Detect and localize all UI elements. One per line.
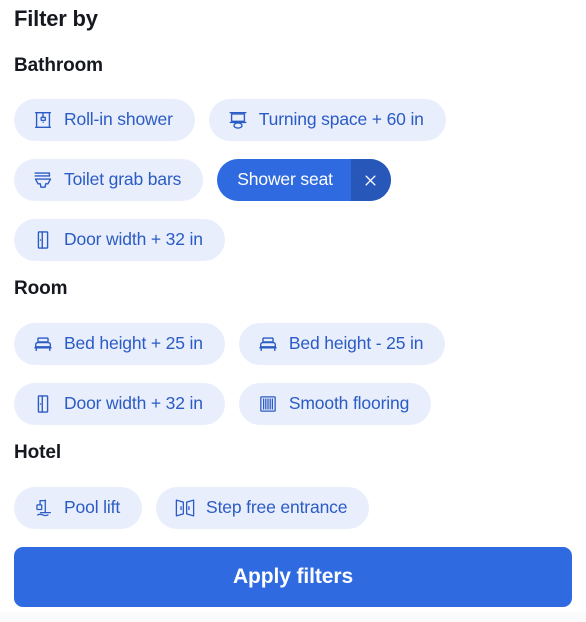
filter-chip-label: Door width + 32 in xyxy=(64,229,203,250)
section-title-bathroom: Bathroom xyxy=(14,55,103,76)
filter-chip-turning-space[interactable]: Turning space + 60 in xyxy=(208,99,446,141)
filter-chip-label: Door width + 32 in xyxy=(64,393,203,414)
chip-row-bathroom-3: Door width + 32 in xyxy=(14,219,225,261)
section-title-room: Room xyxy=(14,278,68,299)
apply-filters-container: Apply filters xyxy=(14,547,572,607)
filter-panel: Filter by Bathroom Room Hotel Roll-in sh… xyxy=(0,0,586,622)
smooth-flooring-icon xyxy=(257,393,279,415)
step-free-entrance-icon xyxy=(174,497,196,519)
filter-chip-door-width-bathroom[interactable]: Door width + 32 in xyxy=(14,219,225,261)
filter-chip-bed-height-plus[interactable]: Bed height + 25 in xyxy=(14,323,225,365)
chip-row-bathroom-2: Toilet grab bars Shower seat xyxy=(14,159,391,201)
filter-chip-roll-in-shower[interactable]: Roll-in shower xyxy=(14,99,195,141)
pool-lift-icon xyxy=(32,497,54,519)
filter-chip-toilet-grab-bars[interactable]: Toilet grab bars xyxy=(14,159,204,201)
door-width-icon xyxy=(32,393,54,415)
filter-chip-label: Pool lift xyxy=(64,497,121,518)
filter-chip-step-free-entrance[interactable]: Step free entrance xyxy=(156,487,370,529)
toilet-grab-bars-icon xyxy=(32,169,54,191)
section-title-hotel: Hotel xyxy=(14,442,62,463)
bed-icon xyxy=(32,333,54,355)
filter-chip-label: Toilet grab bars xyxy=(64,169,182,190)
filter-chip-label: Bed height + 25 in xyxy=(64,333,203,354)
filter-chip-label: Turning space + 60 in xyxy=(258,109,424,130)
chip-row-hotel-1: Pool lift Step free entrance xyxy=(14,487,370,529)
bottom-divider xyxy=(0,612,586,622)
filter-chip-shower-seat[interactable]: Shower seat xyxy=(217,159,391,201)
filter-chip-label: Shower seat xyxy=(237,169,333,190)
filter-chip-pool-lift[interactable]: Pool lift xyxy=(14,487,143,529)
chip-row-room-1: Bed height + 25 in Bed height - 25 in xyxy=(14,323,446,365)
filter-chip-smooth-flooring[interactable]: Smooth flooring xyxy=(238,383,432,425)
roll-in-shower-icon xyxy=(32,109,54,131)
filter-chip-label: Step free entrance xyxy=(206,497,348,518)
bed-icon xyxy=(257,333,279,355)
filter-chip-bed-height-minus[interactable]: Bed height - 25 in xyxy=(238,323,446,365)
chip-row-room-2: Door width + 32 in Smooth flooring xyxy=(14,383,432,425)
filter-chip-door-width-room[interactable]: Door width + 32 in xyxy=(14,383,225,425)
filter-chip-label: Smooth flooring xyxy=(288,393,410,414)
turning-space-icon xyxy=(227,109,249,131)
door-width-icon xyxy=(32,229,54,251)
filter-chip-label: Bed height - 25 in xyxy=(288,333,424,354)
chip-row-bathroom-1: Roll-in shower Turning space + 60 in xyxy=(14,99,446,141)
close-icon[interactable] xyxy=(350,159,391,201)
apply-filters-button[interactable]: Apply filters xyxy=(14,547,572,607)
page-title: Filter by xyxy=(14,6,98,31)
filter-chip-label: Roll-in shower xyxy=(64,109,173,130)
